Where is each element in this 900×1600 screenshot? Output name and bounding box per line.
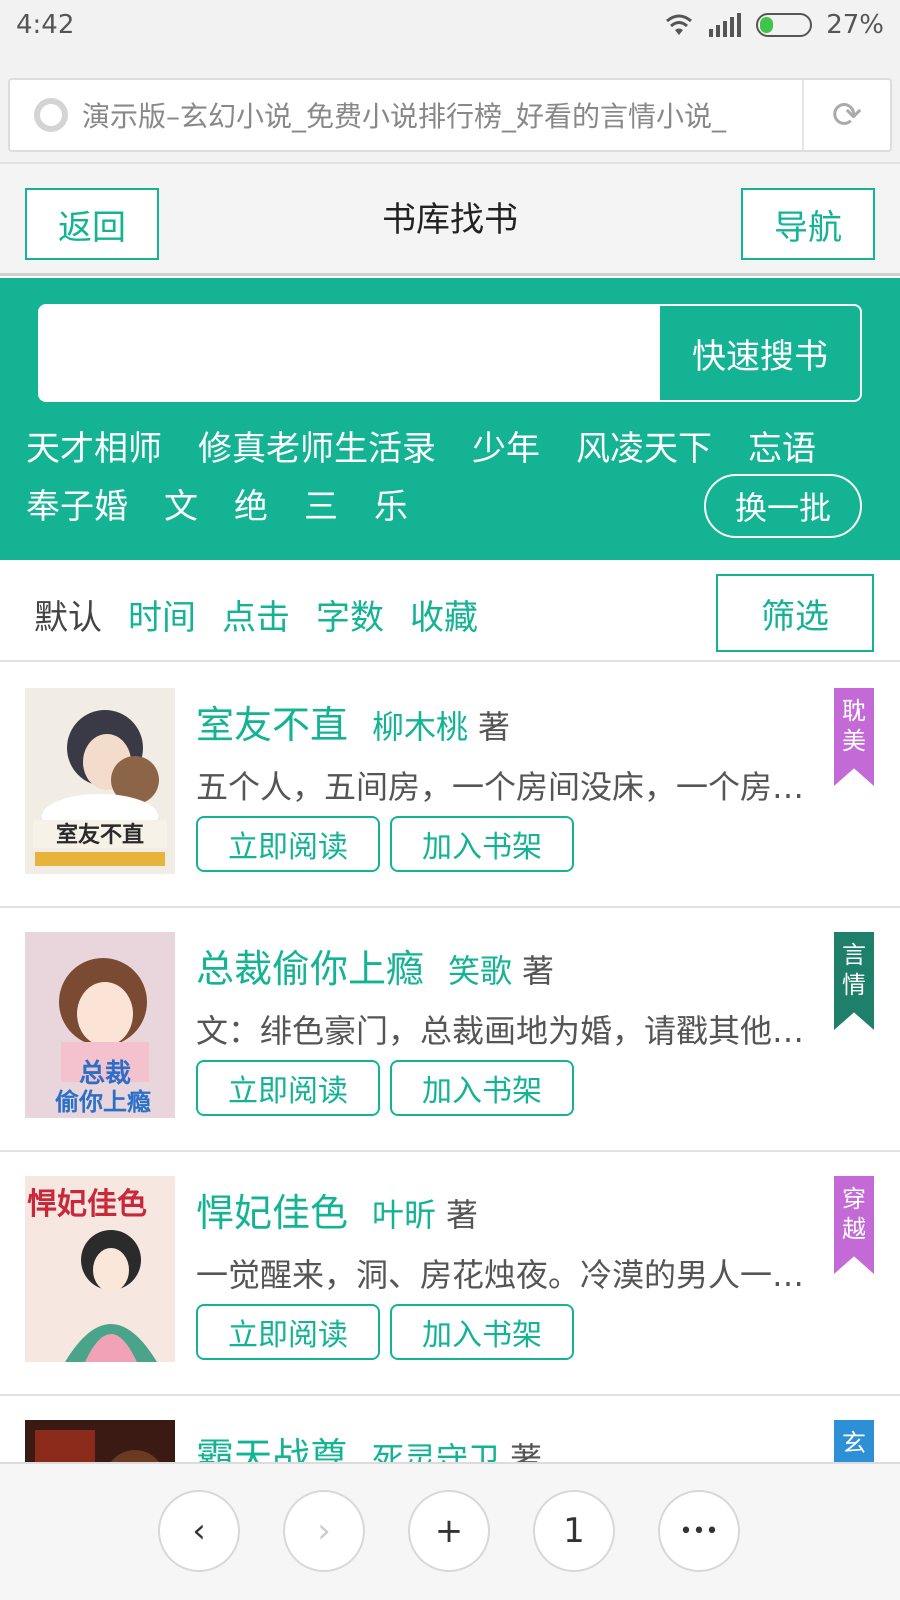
hot-tag[interactable]: 乐 [374,479,408,528]
book-item: 悍妃佳色 悍妃佳色 叶昕 著 一觉醒来，洞、房花烛夜。冷漠的男人一把掀开她的盖头… [0,1152,900,1396]
browser-address-bar: 演示版–玄幻小说_免费小说排行榜_好看的言情小说_ ⟳ [0,50,900,162]
author-suffix: 著 [446,1196,479,1234]
hot-tag[interactable]: 少年 [472,421,540,470]
url-box[interactable]: 演示版–玄幻小说_免费小说排行榜_好看的言情小说_ ⟳ [8,78,892,152]
hot-tag[interactable]: 文 [164,479,198,528]
author-suffix: 著 [478,708,511,746]
new-tab-plus-icon[interactable]: + [408,1490,490,1572]
book-description: 一觉醒来，洞、房花烛夜。冷漠的男人一把掀开她的盖头 [196,1256,816,1294]
forward-arrow-icon[interactable]: › [283,1490,365,1572]
status-time: 4:42 [16,10,75,40]
hot-tag[interactable]: 忘语 [748,421,816,470]
status-icons: 27% [664,10,884,40]
tab-count-button[interactable]: 1 [533,1490,615,1572]
search-input[interactable] [40,306,660,400]
book-author[interactable]: 笑歌 [448,946,512,992]
hot-tag[interactable]: 风凌天下 [576,421,712,470]
sort-time[interactable]: 时间 [128,590,196,639]
hot-tag[interactable]: 天才相师 [26,421,162,470]
page-header: 返回 书库找书 导航 [0,162,900,276]
book-item: 总裁 偷你上瘾 总裁偷你上瘾 笑歌 著 文：绯色豪门，总裁画地为婚，请戳其他作品… [0,908,900,1152]
quick-search-button[interactable]: 快速搜书 [660,306,860,400]
svg-text:室友不直: 室友不直 [56,822,144,848]
book-title[interactable]: 室友不直 [196,694,348,749]
swap-batch-button[interactable]: 换一批 [704,474,862,538]
search-panel: 快速搜书 天才相师 修真老师生活录 少年 风凌天下 忘语 奉子婚 文 绝 三 乐… [0,278,900,560]
battery-fill [760,17,774,33]
svg-text:总裁: 总裁 [79,1059,131,1089]
genre-badge: 言情 [834,932,874,1030]
more-menu-icon[interactable]: ••• [658,1490,740,1572]
add-to-shelf-button[interactable]: 加入书架 [390,816,574,872]
sort-bar: 默认 时间 点击 字数 收藏 筛选 [0,560,900,662]
site-icon [34,98,68,132]
book-cover[interactable]: 总裁 偷你上瘾 [25,932,175,1118]
read-now-button[interactable]: 立即阅读 [196,816,380,872]
book-actions: 立即阅读 加入书架 [196,1060,574,1116]
hot-tag[interactable]: 修真老师生活录 [198,421,436,470]
book-author[interactable]: 叶昕 [372,1190,436,1236]
genre-badge: 耽美 [834,688,874,786]
svg-text:偷你上瘾: 偷你上瘾 [55,1087,151,1116]
hot-tag[interactable]: 三 [304,479,338,528]
sort-favorites[interactable]: 收藏 [410,590,478,639]
nav-button[interactable]: 导航 [741,188,875,260]
sort-wordcount[interactable]: 字数 [316,590,384,639]
book-cover[interactable]: 悍妃佳色 [25,1176,175,1362]
book-description: 五个人，五间房，一个房间没床，一个房间没床，一个房间没床 [196,768,816,806]
author-suffix: 著 [522,952,555,990]
read-now-button[interactable]: 立即阅读 [196,1304,380,1360]
hot-tag[interactable]: 绝 [234,479,268,528]
book-cover[interactable]: 室友不直 [25,688,175,874]
sort-default[interactable]: 默认 [34,590,102,639]
book-title-row: 悍妃佳色 叶昕 著 [196,1182,478,1237]
battery-percent: 27% [826,10,884,40]
book-title[interactable]: 悍妃佳色 [196,1182,348,1237]
browser-bottom-toolbar: ‹ › + 1 ••• [0,1462,900,1600]
status-bar: 4:42 27% [0,0,900,50]
book-author[interactable]: 柳木桃 [372,702,468,748]
filter-button[interactable]: 筛选 [716,574,874,652]
signal-icon [709,13,742,37]
url-title[interactable]: 演示版–玄幻小说_免费小说排行榜_好看的言情小说_ [82,95,802,135]
book-title-row: 室友不直 柳木桃 著 [196,694,510,749]
wifi-icon [666,14,693,35]
add-to-shelf-button[interactable]: 加入书架 [390,1304,574,1360]
hot-tag[interactable]: 奉子婚 [26,479,128,528]
read-now-button[interactable]: 立即阅读 [196,1060,380,1116]
book-description: 文：绯色豪门，总裁画地为婚，请戳其他作品，总裁画地为婚 [196,1012,816,1050]
tag-row-1: 天才相师 修真老师生活录 少年 风凌天下 忘语 [26,416,876,474]
search-box: 快速搜书 [38,304,862,402]
book-item: 室友不直 室友不直 柳木桃 著 五个人，五间房，一个房间没床，一个房间没床，一个… [0,664,900,908]
book-title[interactable]: 总裁偷你上瘾 [196,938,424,993]
battery-icon [756,13,813,37]
reload-icon[interactable]: ⟳ [802,80,890,150]
book-actions: 立即阅读 加入书架 [196,816,574,872]
back-arrow-icon[interactable]: ‹ [158,1490,240,1572]
sort-options: 默认 时间 点击 字数 收藏 [34,590,504,639]
genre-badge: 穿越 [834,1176,874,1274]
book-actions: 立即阅读 加入书架 [196,1304,574,1360]
book-title-row: 总裁偷你上瘾 笑歌 著 [196,938,554,993]
add-to-shelf-button[interactable]: 加入书架 [390,1060,574,1116]
svg-text:悍妃佳色: 悍妃佳色 [27,1187,147,1222]
book-list: 室友不直 室友不直 柳木桃 著 五个人，五间房，一个房间没床，一个房间没床，一个… [0,664,900,1600]
sort-clicks[interactable]: 点击 [222,590,290,639]
